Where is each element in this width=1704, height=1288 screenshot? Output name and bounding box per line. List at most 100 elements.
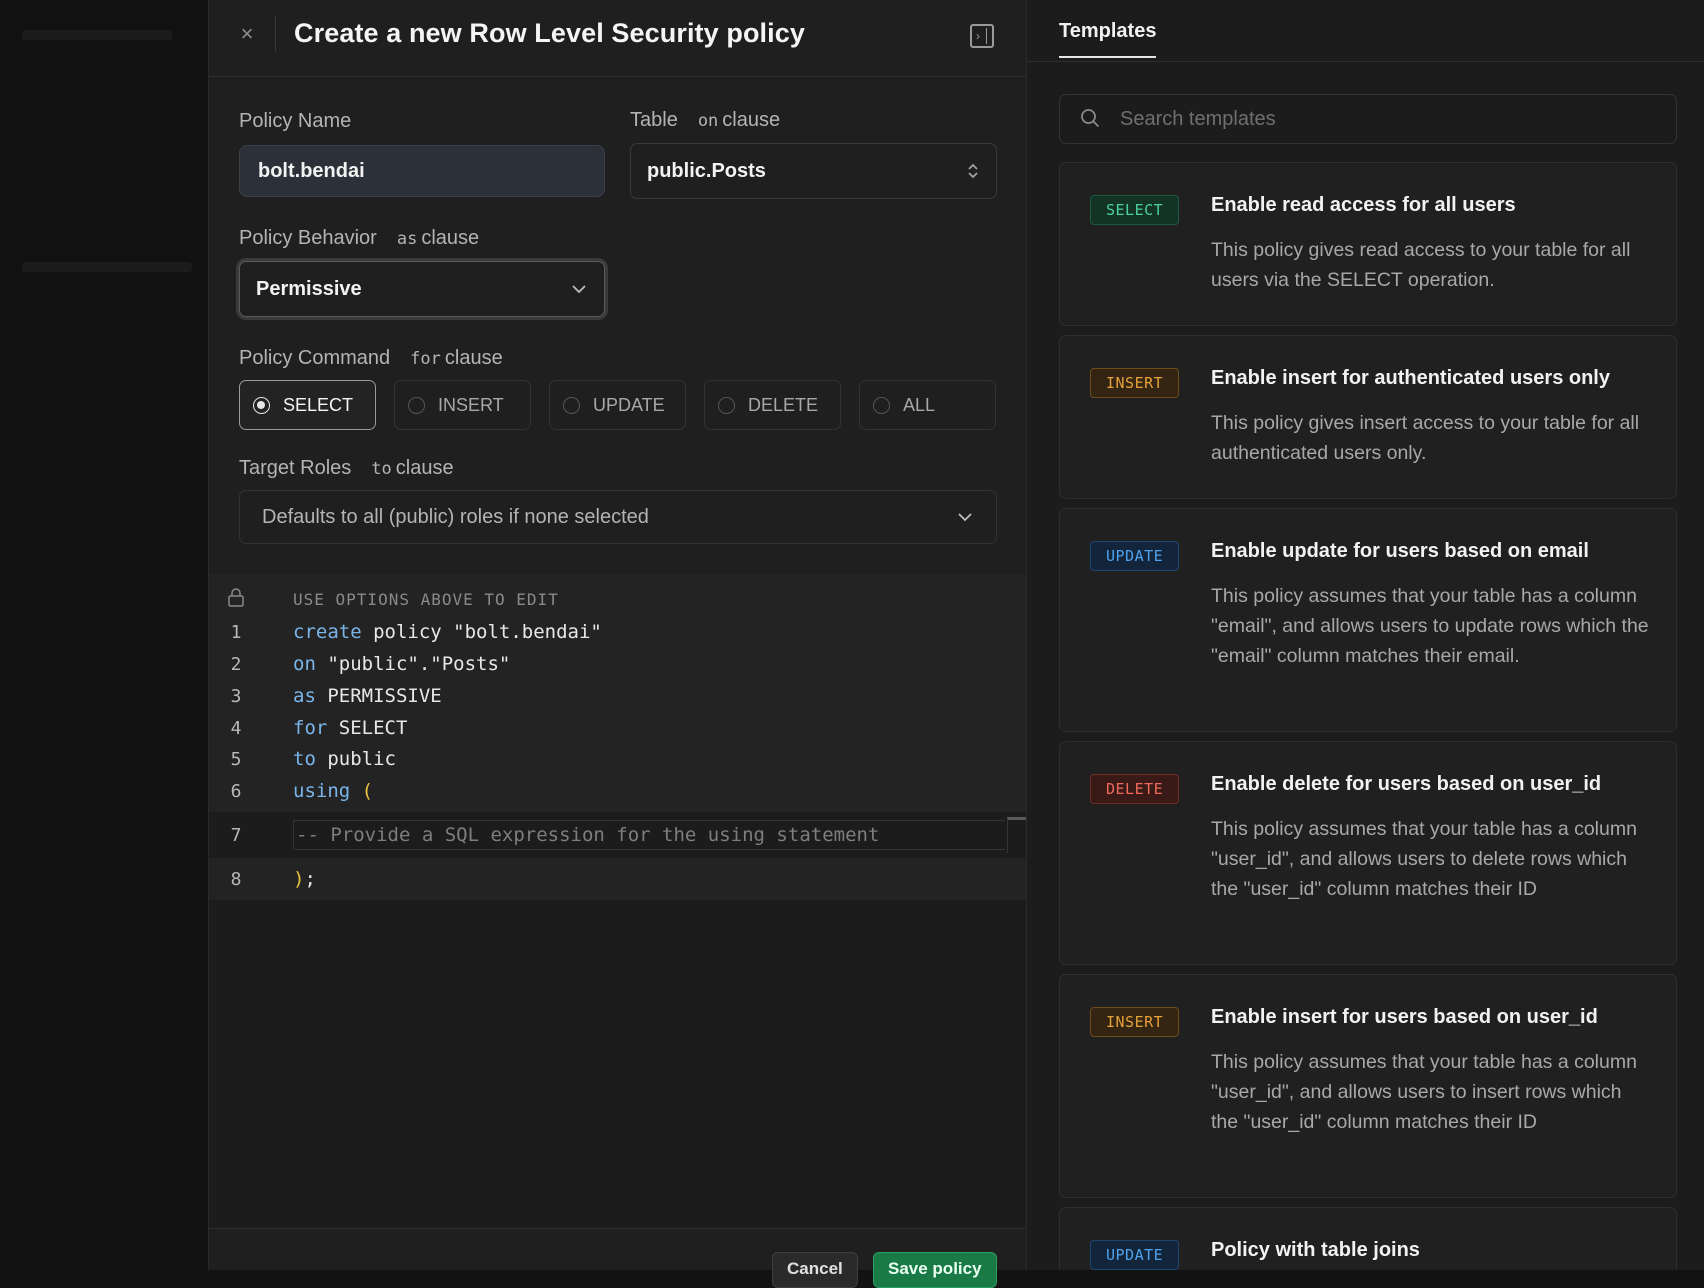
chevron-up-down-icon — [968, 163, 978, 179]
line-number: 1 — [230, 621, 242, 643]
sql-rest: ; — [304, 868, 316, 890]
lock-icon — [209, 587, 263, 612]
readonly-note-line: USE OPTIONS ABOVE TO EDIT — [209, 584, 1027, 614]
target-roles-select[interactable]: Defaults to all (public) roles if none s… — [239, 490, 997, 544]
template-card[interactable]: UPDATE Enable update for users based on … — [1059, 508, 1677, 732]
template-card[interactable]: DELETE Enable delete for users based on … — [1059, 741, 1677, 965]
backdrop-ghost — [22, 262, 192, 272]
policy-name-label: Policy Name — [239, 110, 352, 132]
template-title: Enable delete for users based on user_id — [1211, 773, 1602, 795]
command-radio-group: SELECT INSERT UPDATE DELETE ALL — [239, 380, 996, 430]
table-label: Table on clause — [630, 109, 780, 132]
backdrop-ghost — [22, 30, 172, 40]
command-radio-update[interactable]: UPDATE — [549, 380, 686, 430]
template-card[interactable]: INSERT Enable insert for users based on … — [1059, 974, 1677, 1198]
behavior-select-value: Permissive — [256, 277, 362, 300]
sql-keyword: on — [293, 653, 316, 675]
command-radio-delete[interactable]: DELETE — [704, 380, 841, 430]
line-number: 8 — [230, 868, 242, 890]
command-radio-select[interactable]: SELECT — [239, 380, 376, 430]
template-card[interactable]: SELECT Enable read access for all users … — [1059, 162, 1677, 326]
sql-keyword: using — [293, 780, 351, 802]
template-title: Enable insert for authenticated users on… — [1211, 367, 1610, 389]
template-title: Enable read access for all users — [1211, 194, 1516, 216]
sql-editor-readonly: USE OPTIONS ABOVE TO EDIT 1 create policy… — [209, 574, 1027, 900]
command-clause: clause — [444, 347, 503, 369]
code-text: on "public"."Posts" — [293, 653, 510, 675]
line-number: 5 — [230, 748, 242, 770]
radio-dot — [873, 396, 890, 414]
roles-label: Target Roles to clause — [239, 457, 454, 480]
table-field: Table on clause — [630, 109, 780, 132]
code-text: using ( — [293, 780, 373, 802]
page-title: Create a new Row Level Security policy — [294, 18, 805, 48]
using-expression-line[interactable]: 7 -- Provide a SQL expression for the us… — [209, 812, 1027, 858]
sql-editor[interactable]: USE OPTIONS ABOVE TO EDIT 1 create policy… — [209, 574, 1027, 1228]
roles-label-text: Target Roles — [239, 457, 352, 479]
line-number: 4 — [230, 717, 242, 739]
line-number: 3 — [230, 685, 242, 707]
behavior-select[interactable]: Permissive — [239, 261, 605, 317]
code-line: 8); — [209, 858, 1027, 900]
command-radio-insert[interactable]: INSERT — [394, 380, 531, 430]
cancel-button[interactable]: Cancel — [772, 1252, 858, 1288]
policy-name-field: Policy Name — [239, 110, 351, 133]
sql-paren: ( — [350, 780, 374, 802]
sql-keyword: create — [293, 621, 362, 643]
chevron-down-icon — [572, 285, 586, 294]
roles-clause: clause — [395, 457, 454, 479]
roles-field: Target Roles to clause — [239, 457, 454, 480]
code-line: 3 as PERMISSIVE — [209, 681, 1027, 711]
close-button[interactable]: × — [236, 23, 258, 46]
behavior-label: Policy Behavior as clause — [239, 227, 479, 250]
code-line: 5 to public — [209, 744, 1027, 774]
code-line: 4 for SELECT — [209, 713, 1027, 743]
template-title: Enable update for users based on email — [1211, 540, 1589, 562]
readonly-note: USE OPTIONS ABOVE TO EDIT — [293, 589, 559, 609]
code-text: for SELECT — [293, 717, 407, 739]
operation-badge: SELECT — [1090, 195, 1180, 225]
table-select[interactable]: public.Posts — [630, 143, 997, 199]
editor-scroll-indicator — [1007, 817, 1027, 853]
policy-editor-panel: × Create a new Row Level Security policy… — [208, 0, 1027, 1288]
template-card[interactable]: INSERT Enable insert for authenticated u… — [1059, 335, 1677, 499]
table-keyword: on — [697, 111, 719, 131]
code-line-inner: 8); — [209, 864, 1027, 894]
operation-badge: INSERT — [1090, 1007, 1180, 1037]
line-number: 6 — [230, 780, 242, 802]
sql-keyword: for — [293, 717, 328, 739]
command-label: Policy Command for clause — [239, 347, 503, 370]
template-title: Enable insert for users based on user_id — [1211, 1006, 1598, 1028]
sql-rest: policy "bolt.bendai" — [361, 621, 602, 643]
policy-name-input[interactable]: bolt.bendai — [239, 145, 605, 197]
save-policy-button[interactable]: Save policy — [873, 1252, 997, 1288]
operation-badge: UPDATE — [1090, 541, 1180, 571]
command-field: Policy Command for clause — [239, 347, 503, 370]
radio-label: SELECT — [283, 394, 354, 415]
code-line: 1 create policy "bolt.bendai" — [209, 617, 1027, 647]
behavior-keyword: as — [396, 229, 418, 249]
sql-rest: "public"."Posts" — [315, 653, 511, 675]
chevron-down-icon — [958, 513, 972, 522]
sql-rest: PERMISSIVE — [315, 685, 442, 707]
sql-rest: public — [315, 748, 396, 770]
template-description: This policy gives read access to your ta… — [1211, 239, 1631, 291]
template-description: This policy assumes that your table has … — [1211, 818, 1637, 900]
radio-label: DELETE — [748, 394, 819, 415]
table-select-value: public.Posts — [647, 159, 766, 182]
tab-templates[interactable]: Templates — [1059, 20, 1157, 58]
header-divider — [275, 16, 276, 52]
radio-label: UPDATE — [593, 394, 665, 415]
search-input[interactable] — [1120, 107, 1640, 131]
behavior-field: Policy Behavior as clause — [239, 227, 479, 250]
radio-dot — [718, 396, 735, 414]
sql-rest: SELECT — [327, 717, 408, 739]
command-radio-all[interactable]: ALL — [859, 380, 996, 430]
collapse-panel-button[interactable]: › — [970, 24, 994, 48]
template-card[interactable]: UPDATE Policy with table joins — [1059, 1207, 1677, 1270]
sql-paren: ) — [293, 868, 305, 890]
using-expression-input[interactable]: -- Provide a SQL expression for the usin… — [293, 820, 1005, 850]
operation-badge: INSERT — [1090, 368, 1180, 398]
sql-keyword: as — [293, 685, 316, 707]
template-description: This policy gives insert access to your … — [1211, 412, 1640, 464]
